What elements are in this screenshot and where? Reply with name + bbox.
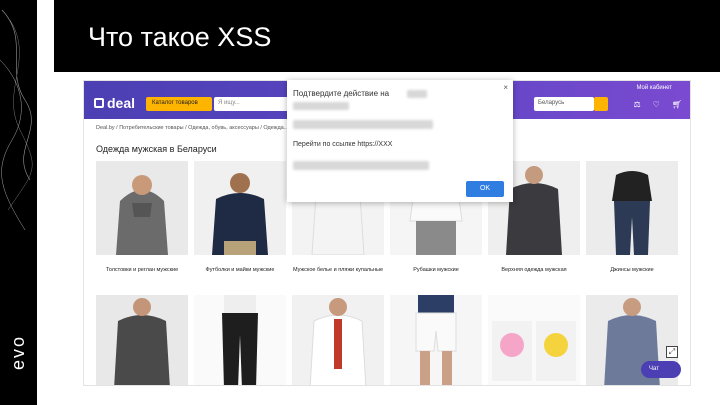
blurred-text xyxy=(293,102,349,110)
cardigan-image xyxy=(96,295,188,385)
trousers-image xyxy=(194,295,286,385)
cart-icon[interactable]: 🛒︎ xyxy=(672,100,682,109)
favorites-icon[interactable]: ♡ xyxy=(653,100,660,109)
category-card[interactable] xyxy=(292,295,384,385)
category-card[interactable] xyxy=(488,295,580,385)
category-label: Мужское белье и пляжи купальные xyxy=(292,267,384,273)
shorts-image xyxy=(390,295,482,385)
header-icons: ⚖ ♡ 🛒︎ xyxy=(634,100,683,109)
category-label: Футболки и майки мужские xyxy=(205,267,275,273)
category-card[interactable] xyxy=(96,295,188,385)
blurred-text xyxy=(293,161,429,170)
polo-shirt-image xyxy=(194,161,286,255)
search-input[interactable]: Я ищу... xyxy=(214,97,294,111)
blurred-domain xyxy=(407,90,427,98)
site-logo[interactable]: deal xyxy=(94,95,135,111)
chat-button[interactable]: Чат xyxy=(641,361,681,378)
category-label: Рубашки мужские xyxy=(413,267,459,273)
category-card[interactable]: Джинсы мужские xyxy=(586,161,678,280)
category-label: Джинсы мужские xyxy=(610,267,654,273)
decorative-swirl xyxy=(0,9,33,231)
my-cabinet-link[interactable]: Мой кабинет xyxy=(636,85,672,91)
region-select[interactable]: Беларусь xyxy=(534,97,594,111)
ok-button[interactable]: OK xyxy=(466,181,504,197)
embroidered-shirt-image xyxy=(292,295,384,385)
catalog-button[interactable]: Каталог товаров xyxy=(146,97,212,111)
slide: evo Что такое XSS deal Каталог товаров Я… xyxy=(0,0,720,405)
category-card[interactable] xyxy=(390,295,482,385)
search-button[interactable] xyxy=(594,97,608,111)
close-icon[interactable]: × xyxy=(503,83,508,92)
blurred-text xyxy=(293,120,433,129)
category-label: Верхняя одежда мужская xyxy=(501,267,567,273)
compare-icon[interactable]: ⚖ xyxy=(634,100,641,109)
expand-icon[interactable]: ⤢ xyxy=(666,346,678,358)
title-bar: Что такое XSS xyxy=(54,0,720,72)
alert-dialog: Подтвердите действие на × Перейти по ссы… xyxy=(287,80,513,202)
dialog-message: Перейти по ссылке https://XXX xyxy=(293,141,393,148)
category-card[interactable]: Футболки и майки мужские xyxy=(194,161,286,280)
logo-square-icon xyxy=(94,98,104,108)
tshirts-image xyxy=(488,295,580,385)
breadcrumb[interactable]: Deal.by / Потребительские товары / Одежд… xyxy=(96,125,288,131)
jeans-image xyxy=(586,161,678,255)
hoodie-image xyxy=(96,161,188,255)
left-sidebar: evo xyxy=(0,0,37,405)
slide-title: Что такое XSS xyxy=(88,22,272,52)
category-card[interactable] xyxy=(194,295,286,385)
category-label: Толстовки и реглан мужские xyxy=(105,267,179,273)
brand-name: deal xyxy=(107,95,136,111)
category-card[interactable]: Толстовки и реглан мужские xyxy=(96,161,188,280)
dialog-title: Подтвердите действие на xyxy=(293,89,390,98)
page-heading: Одежда мужская в Беларуси xyxy=(96,144,217,154)
evo-logo: evo xyxy=(8,334,28,370)
